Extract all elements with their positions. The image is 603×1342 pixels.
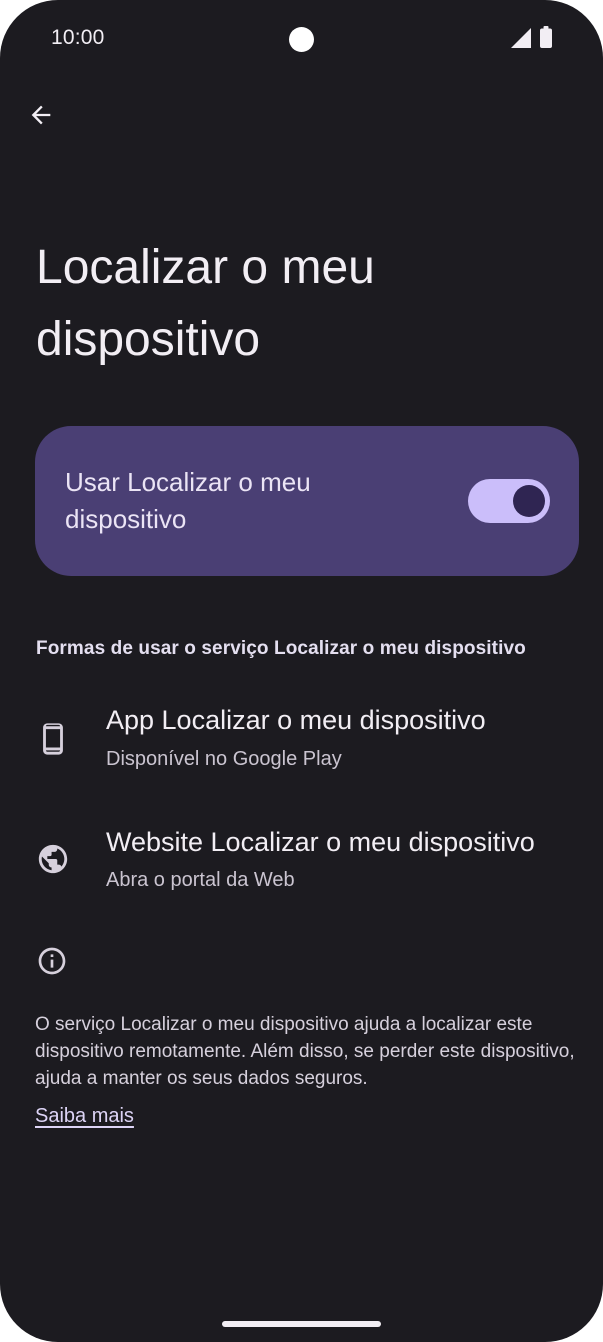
main-toggle-label: Usar Localizar o meu dispositivo <box>65 467 311 534</box>
signal-icon <box>511 28 531 48</box>
item-subtitle: Abra o portal da Web <box>106 869 295 891</box>
page-title: Localizar o meu dispositivo <box>36 241 375 366</box>
status-bar: 10:00 <box>0 0 603 76</box>
gesture-navigation-bar[interactable] <box>222 1321 381 1327</box>
learn-more-link[interactable]: Saiba mais <box>35 1105 134 1128</box>
camera-cutout <box>289 27 314 52</box>
section-header: Formas de usar o serviço Localizar o meu… <box>36 638 526 659</box>
globe-icon <box>36 842 70 876</box>
list-item-app[interactable]: App Localizar o meu dispositivo Disponív… <box>0 695 603 795</box>
arrow-back-icon <box>31 105 51 125</box>
item-title: Website Localizar o meu dispositivo <box>106 827 535 857</box>
main-toggle-card[interactable]: Usar Localizar o meu dispositivo <box>35 426 579 576</box>
item-subtitle: Disponível no Google Play <box>106 748 342 770</box>
item-title: App Localizar o meu dispositivo <box>106 705 486 735</box>
main-toggle-switch[interactable] <box>468 479 550 523</box>
phone-icon <box>36 722 70 756</box>
list-item-website[interactable]: Website Localizar o meu dispositivo Abra… <box>0 817 603 917</box>
status-time: 10:00 <box>51 26 105 49</box>
back-button[interactable] <box>18 92 64 138</box>
footer-description: O serviço Localizar o meu dispositivo aj… <box>35 1014 575 1089</box>
phone-screen: 10:00 Localizar o meu dispositivo Usar L… <box>0 0 603 1342</box>
switch-thumb <box>513 485 545 517</box>
battery-icon <box>540 26 552 48</box>
info-icon <box>38 947 66 975</box>
